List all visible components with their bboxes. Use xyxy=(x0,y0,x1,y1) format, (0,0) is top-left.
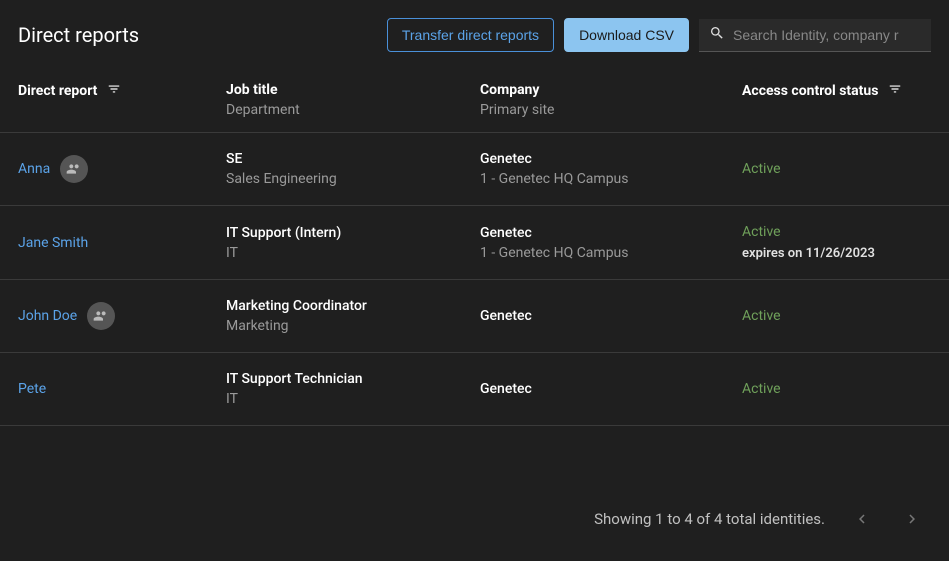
company: Genetec xyxy=(480,308,742,324)
company: Genetec xyxy=(480,381,742,397)
status-extra: expires on 11/26/2023 xyxy=(742,246,931,261)
pagination-summary: Showing 1 to 4 of 4 total identities. xyxy=(594,510,825,528)
search-input[interactable] xyxy=(733,27,921,43)
department: Sales Engineering xyxy=(226,171,480,187)
table-row: Anna SE Sales EngineeringGenetec 1 - Genete… xyxy=(0,133,949,206)
company: Genetec xyxy=(480,225,742,241)
table-row: John Doe Marketing Coordinator MarketingGe… xyxy=(0,280,949,353)
download-csv-button[interactable]: Download CSV xyxy=(564,18,689,52)
page-title: Direct reports xyxy=(18,23,387,47)
search-box[interactable] xyxy=(699,19,931,52)
status-badge: Active xyxy=(742,381,931,397)
column-header-company[interactable]: Company xyxy=(480,82,539,98)
status-badge: Active xyxy=(742,161,931,177)
table-row: Pete IT Support Technician ITGenetecActive xyxy=(0,353,949,426)
primary-site: 1 - Genetec HQ Campus xyxy=(480,245,742,261)
job-title: IT Support (Intern) xyxy=(226,225,480,241)
identity-name-link[interactable]: Jane Smith xyxy=(18,235,88,251)
identity-name-link[interactable]: Pete xyxy=(18,381,46,397)
department: IT xyxy=(226,391,480,407)
avatar xyxy=(60,155,88,183)
status-badge: Active xyxy=(742,224,931,240)
avatar xyxy=(87,302,115,330)
column-subheader-primary-site: Primary site xyxy=(480,102,742,118)
job-title: Marketing Coordinator xyxy=(226,298,480,314)
transfer-direct-reports-button[interactable]: Transfer direct reports xyxy=(387,18,554,52)
column-subheader-department: Department xyxy=(226,102,480,118)
identity-name-link[interactable]: Anna xyxy=(18,161,50,177)
status-badge: Active xyxy=(742,308,931,324)
job-title: SE xyxy=(226,151,480,167)
column-header-access-status[interactable]: Access control status xyxy=(742,83,878,99)
table-row: Jane Smith IT Support (Intern) ITGenetec 1 … xyxy=(0,206,949,280)
primary-site: 1 - Genetec HQ Campus xyxy=(480,171,742,187)
table-header: Direct report Job title Department Compa… xyxy=(0,64,949,133)
identity-name-link[interactable]: John Doe xyxy=(18,308,77,324)
column-header-direct-report[interactable]: Direct report xyxy=(18,83,97,99)
search-icon xyxy=(709,25,733,45)
department: Marketing xyxy=(226,318,480,334)
next-page-button[interactable] xyxy=(899,506,925,532)
company: Genetec xyxy=(480,151,742,167)
filter-icon[interactable] xyxy=(888,82,902,100)
filter-icon[interactable] xyxy=(107,82,121,100)
job-title: IT Support Technician xyxy=(226,371,480,387)
previous-page-button[interactable] xyxy=(849,506,875,532)
column-header-job-title[interactable]: Job title xyxy=(226,82,278,98)
department: IT xyxy=(226,245,480,261)
